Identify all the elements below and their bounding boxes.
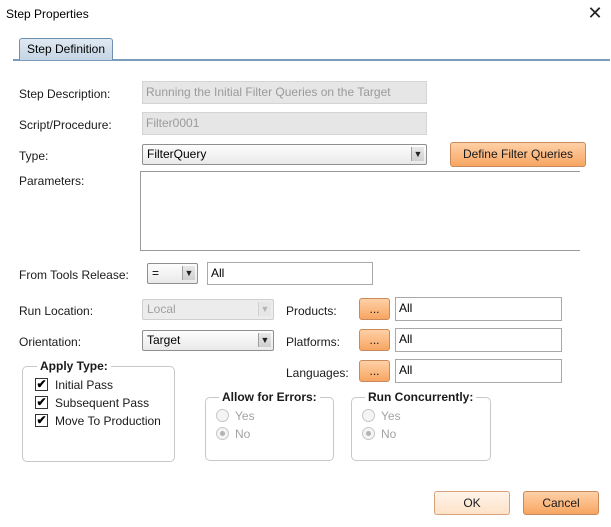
allow-errors-yes-label: Yes [235,409,255,423]
chevron-down-icon: ▼ [258,302,271,316]
run-concurrently-no-radio [362,427,375,440]
orientation-selected-value: Target [147,333,181,347]
chevron-down-icon: ▼ [258,333,271,347]
close-icon[interactable]: ✕ [586,4,604,22]
type-label: Type: [19,149,49,163]
move-to-production-checkbox[interactable]: ✔ [35,414,48,427]
cancel-button[interactable]: Cancel [523,491,599,515]
allow-errors-yes-radio [216,409,229,422]
move-to-production-label: Move To Production [55,414,161,428]
chevron-down-icon: ▼ [411,147,424,161]
platforms-label: Platforms: [286,335,341,349]
define-filter-queries-button[interactable]: Define Filter Queries [450,142,586,167]
apply-type-title: Apply Type: [37,359,111,373]
type-selected-value: FilterQuery [147,147,207,161]
title-bar [0,0,611,28]
allow-errors-no-radio [216,427,229,440]
platforms-field[interactable]: All [395,328,562,352]
orientation-label: Orientation: [19,335,82,349]
run-concurrently-no-label: No [381,427,397,441]
initial-pass-checkbox[interactable]: ✔ [35,378,48,391]
run-concurrently-yes-radio [362,409,375,422]
products-browse-button[interactable]: ... [359,298,390,320]
parameters-label: Parameters: [19,174,85,188]
platforms-browse-button[interactable]: ... [359,329,390,351]
run-concurrently-title: Run Concurrently: [365,390,477,404]
subsequent-pass-label: Subsequent Pass [55,396,150,410]
type-dropdown[interactable]: FilterQuery ▼ [142,144,427,165]
step-description-label: Step Description: [19,87,111,101]
allow-for-errors-title: Allow for Errors: [219,390,320,404]
run-location-dropdown: Local ▼ [142,299,274,320]
languages-field[interactable]: All [395,359,562,383]
run-concurrently-yes-label: Yes [381,409,401,423]
chevron-down-icon: ▼ [182,266,195,280]
script-procedure-field: Filter0001 [142,112,427,135]
tools-release-operator-dropdown[interactable]: = ▼ [147,263,198,284]
allow-errors-no-label: No [235,427,251,441]
languages-label: Languages: [286,366,349,380]
tab-step-definition[interactable]: Step Definition [19,38,113,60]
run-location-selected-value: Local [147,302,176,316]
products-label: Products: [286,304,337,318]
products-field[interactable]: All [395,297,562,321]
operator-selected-value: = [152,266,160,280]
parameters-textarea[interactable] [140,171,580,251]
initial-pass-label: Initial Pass [55,378,114,392]
window-title: Step Properties [6,7,89,21]
script-procedure-label: Script/Procedure: [19,118,112,132]
languages-browse-button[interactable]: ... [359,360,390,382]
ok-button[interactable]: OK [434,491,510,515]
subsequent-pass-checkbox[interactable]: ✔ [35,396,48,409]
step-description-field: Running the Initial Filter Queries on th… [142,81,427,104]
tools-release-field[interactable]: All [207,262,373,285]
run-location-label: Run Location: [19,304,94,318]
orientation-dropdown[interactable]: Target ▼ [142,330,274,351]
from-tools-release-label: From Tools Release: [19,268,129,282]
